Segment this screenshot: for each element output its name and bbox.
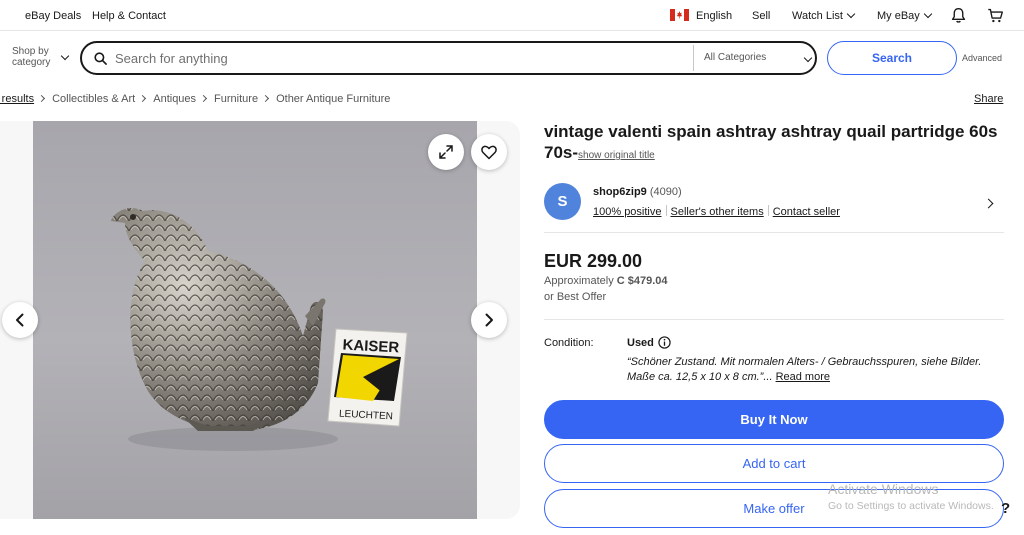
best-offer-text: or Best Offer: [544, 291, 607, 303]
seller-other-items-link[interactable]: Seller's other items: [671, 206, 764, 218]
divider: [767, 205, 769, 216]
bell-icon[interactable]: [950, 7, 967, 24]
search-bar: All Categories: [80, 41, 817, 75]
divider: [665, 205, 667, 216]
chevron-right-icon[interactable]: [983, 198, 994, 209]
help-contact-link[interactable]: Help & Contact: [92, 10, 166, 22]
seller-feedback-count: (4090): [649, 186, 682, 198]
activate-windows-subtext: Go to Settings to activate Windows.: [828, 500, 994, 512]
language-selector[interactable]: English: [696, 10, 732, 22]
expand-icon: [439, 145, 453, 159]
breadcrumb-back-to-results[interactable]: ch results: [0, 93, 34, 105]
contact-seller-link[interactable]: Contact seller: [773, 206, 840, 218]
chevron-right-icon: [200, 94, 208, 103]
my-ebay-menu[interactable]: My eBay: [877, 9, 933, 22]
approx-value: C $479.04: [616, 275, 668, 287]
divider: [544, 319, 1004, 320]
leuchten-label: LEUCHTEN: [339, 409, 393, 422]
search-button[interactable]: Search: [827, 41, 957, 75]
heart-icon: [481, 145, 497, 159]
watch-list-label: Watch List: [792, 10, 843, 22]
chevron-left-icon: [16, 313, 24, 327]
share-link[interactable]: Share: [974, 93, 1003, 105]
watch-list-menu[interactable]: Watch List: [792, 9, 856, 22]
category-label: category: [12, 57, 51, 68]
condition-label: Condition:: [544, 337, 594, 349]
show-original-title-link[interactable]: show original title: [578, 150, 655, 161]
product-photo[interactable]: [33, 121, 477, 519]
search-divider: [693, 45, 694, 71]
search-input[interactable]: [115, 48, 675, 68]
condition-description: “Schöner Zustand. Mit normalen Alters- /…: [627, 355, 1007, 385]
help-button[interactable]: ?: [1001, 500, 1010, 517]
box-text-top: KAISER: [342, 337, 400, 356]
breadcrumb-item-antiques[interactable]: Antiques: [153, 93, 196, 105]
seller-avatar[interactable]: S: [544, 183, 581, 220]
shop-by-label: Shop by: [12, 46, 49, 57]
chevron-down-icon: [803, 53, 813, 63]
category-select-value: All Categories: [704, 52, 767, 63]
top-navigation-bar: eBay Deals Help & Contact English Sell W…: [0, 0, 1024, 31]
next-image-button[interactable]: [471, 302, 507, 338]
breadcrumb-item-other-antique-furniture[interactable]: Other Antique Furniture: [276, 93, 390, 105]
breadcrumb: ch results Collectibles & Art Antiques Furn…: [0, 93, 390, 105]
advanced-search-link[interactable]: Advanced: [962, 53, 1002, 63]
image-gallery: KAISER LEUCHTEN: [0, 121, 520, 519]
chevron-down-icon: [923, 9, 933, 19]
seller-links: 100% positive Seller's other items Contact…: [593, 205, 840, 218]
box-text-bottom: LEUCHTEN: [339, 409, 393, 422]
seller-info[interactable]: shop6zip9 (4090): [593, 186, 682, 198]
buy-it-now-button[interactable]: Buy It Now: [544, 400, 1004, 439]
read-more-link[interactable]: Read more: [776, 371, 830, 383]
divider: [544, 232, 1004, 233]
my-ebay-label: My eBay: [877, 10, 920, 22]
category-select[interactable]: All Categories: [704, 52, 813, 63]
chevron-down-icon: [60, 51, 70, 61]
info-icon[interactable]: [658, 336, 671, 349]
breadcrumb-item-furniture[interactable]: Furniture: [214, 93, 258, 105]
chevron-right-icon: [38, 94, 46, 103]
seller-name: shop6zip9: [593, 186, 647, 198]
condition-value: Used: [627, 337, 654, 349]
previous-image-button[interactable]: [2, 302, 38, 338]
seller-positive-link[interactable]: 100% positive: [593, 206, 662, 218]
ebay-deals-link[interactable]: eBay Deals: [25, 10, 81, 22]
add-to-cart-button[interactable]: Add to cart: [544, 444, 1004, 483]
breadcrumb-item-collectibles[interactable]: Collectibles & Art: [52, 93, 135, 105]
sell-link[interactable]: Sell: [752, 10, 770, 22]
canada-flag-icon: [670, 9, 689, 21]
item-price: EUR 299.00: [544, 251, 643, 271]
chevron-down-icon: [846, 9, 856, 19]
kaiser-label: KAISER: [342, 337, 400, 356]
search-icon: [94, 52, 107, 65]
shop-by-category-button[interactable]: Shop by category: [12, 46, 70, 68]
fullscreen-button[interactable]: [428, 134, 464, 170]
activate-windows-watermark: Activate Windows: [828, 481, 939, 497]
listing-title: vintage valenti spain ashtray ashtray qu…: [544, 121, 1004, 166]
chevron-right-icon: [139, 94, 147, 103]
chevron-right-icon: [262, 94, 270, 103]
watch-button[interactable]: [471, 134, 507, 170]
chevron-right-icon: [485, 313, 493, 327]
approx-label: Approximately: [544, 275, 614, 287]
approximate-price: Approximately C $479.04: [544, 275, 668, 287]
cart-icon[interactable]: [987, 7, 1004, 24]
